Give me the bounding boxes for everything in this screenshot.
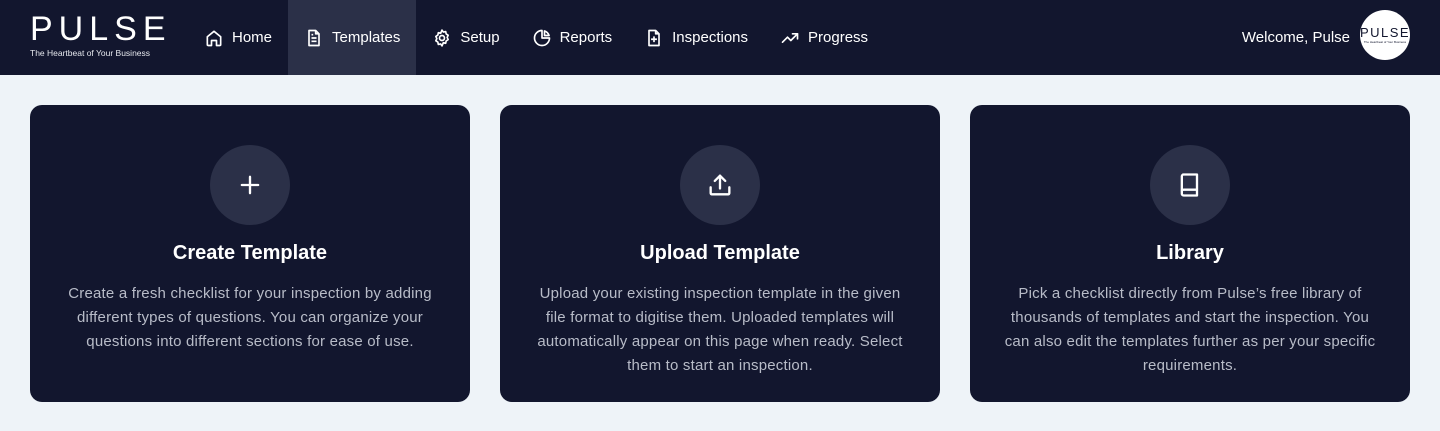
nav-item-inspections[interactable]: Inspections bbox=[628, 0, 764, 75]
welcome-text: Welcome, Pulse bbox=[1241, 29, 1350, 46]
create-template-card[interactable]: Create Template Create a fresh checklist… bbox=[30, 105, 470, 402]
home-icon bbox=[204, 28, 224, 48]
card-title: Upload Template bbox=[640, 242, 800, 264]
card-title: Create Template bbox=[172, 242, 328, 264]
nav-item-label: Inspections bbox=[672, 29, 749, 46]
library-card[interactable]: Library Pick a checklist directly from P… bbox=[970, 105, 1410, 402]
main-nav: Home Templates Setup Reports Inspections bbox=[188, 0, 884, 75]
trending-up-icon bbox=[780, 28, 800, 48]
upload-icon bbox=[680, 145, 760, 225]
file-plus-icon bbox=[644, 28, 664, 48]
avatar-logo-tagline: The Heartbeat of Your Business bbox=[1363, 40, 1407, 44]
pie-chart-icon bbox=[532, 28, 552, 48]
user-avatar[interactable]: PULSE The Heartbeat of Your Business bbox=[1360, 10, 1410, 60]
book-icon bbox=[1150, 145, 1230, 225]
nav-item-setup[interactable]: Setup bbox=[416, 0, 515, 75]
nav-item-label: Home bbox=[232, 29, 273, 46]
card-description: Upload your existing inspection template… bbox=[537, 285, 903, 374]
upload-template-card[interactable]: Upload Template Upload your existing ins… bbox=[500, 105, 940, 402]
nav-item-label: Progress bbox=[808, 29, 869, 46]
avatar-logo-text: PULSE bbox=[1359, 25, 1411, 40]
card-title: Library bbox=[1156, 242, 1224, 264]
card-description: Pick a checklist directly from Pulse’s f… bbox=[1004, 285, 1376, 374]
nav-item-templates[interactable]: Templates bbox=[288, 0, 417, 75]
template-options: Create Template Create a fresh checklist… bbox=[30, 105, 1410, 402]
nav-item-home[interactable]: Home bbox=[188, 0, 288, 75]
card-description: Create a fresh checklist for your inspec… bbox=[68, 285, 432, 350]
brand-tagline: The Heartbeat of Your Business bbox=[30, 48, 151, 58]
nav-item-reports[interactable]: Reports bbox=[516, 0, 629, 75]
nav-item-label: Setup bbox=[460, 29, 500, 46]
nav-item-label: Reports bbox=[559, 29, 613, 46]
brand-name: PULSE bbox=[30, 10, 172, 48]
top-navbar: PULSE The Heartbeat of Your Business Hom… bbox=[0, 0, 1440, 75]
nav-item-label: Templates bbox=[332, 29, 401, 46]
brand-logo[interactable]: PULSE The Heartbeat of Your Business bbox=[30, 10, 172, 59]
plus-icon bbox=[210, 145, 290, 225]
nav-item-progress[interactable]: Progress bbox=[764, 0, 884, 75]
document-icon bbox=[304, 28, 324, 48]
gear-icon bbox=[432, 28, 452, 48]
